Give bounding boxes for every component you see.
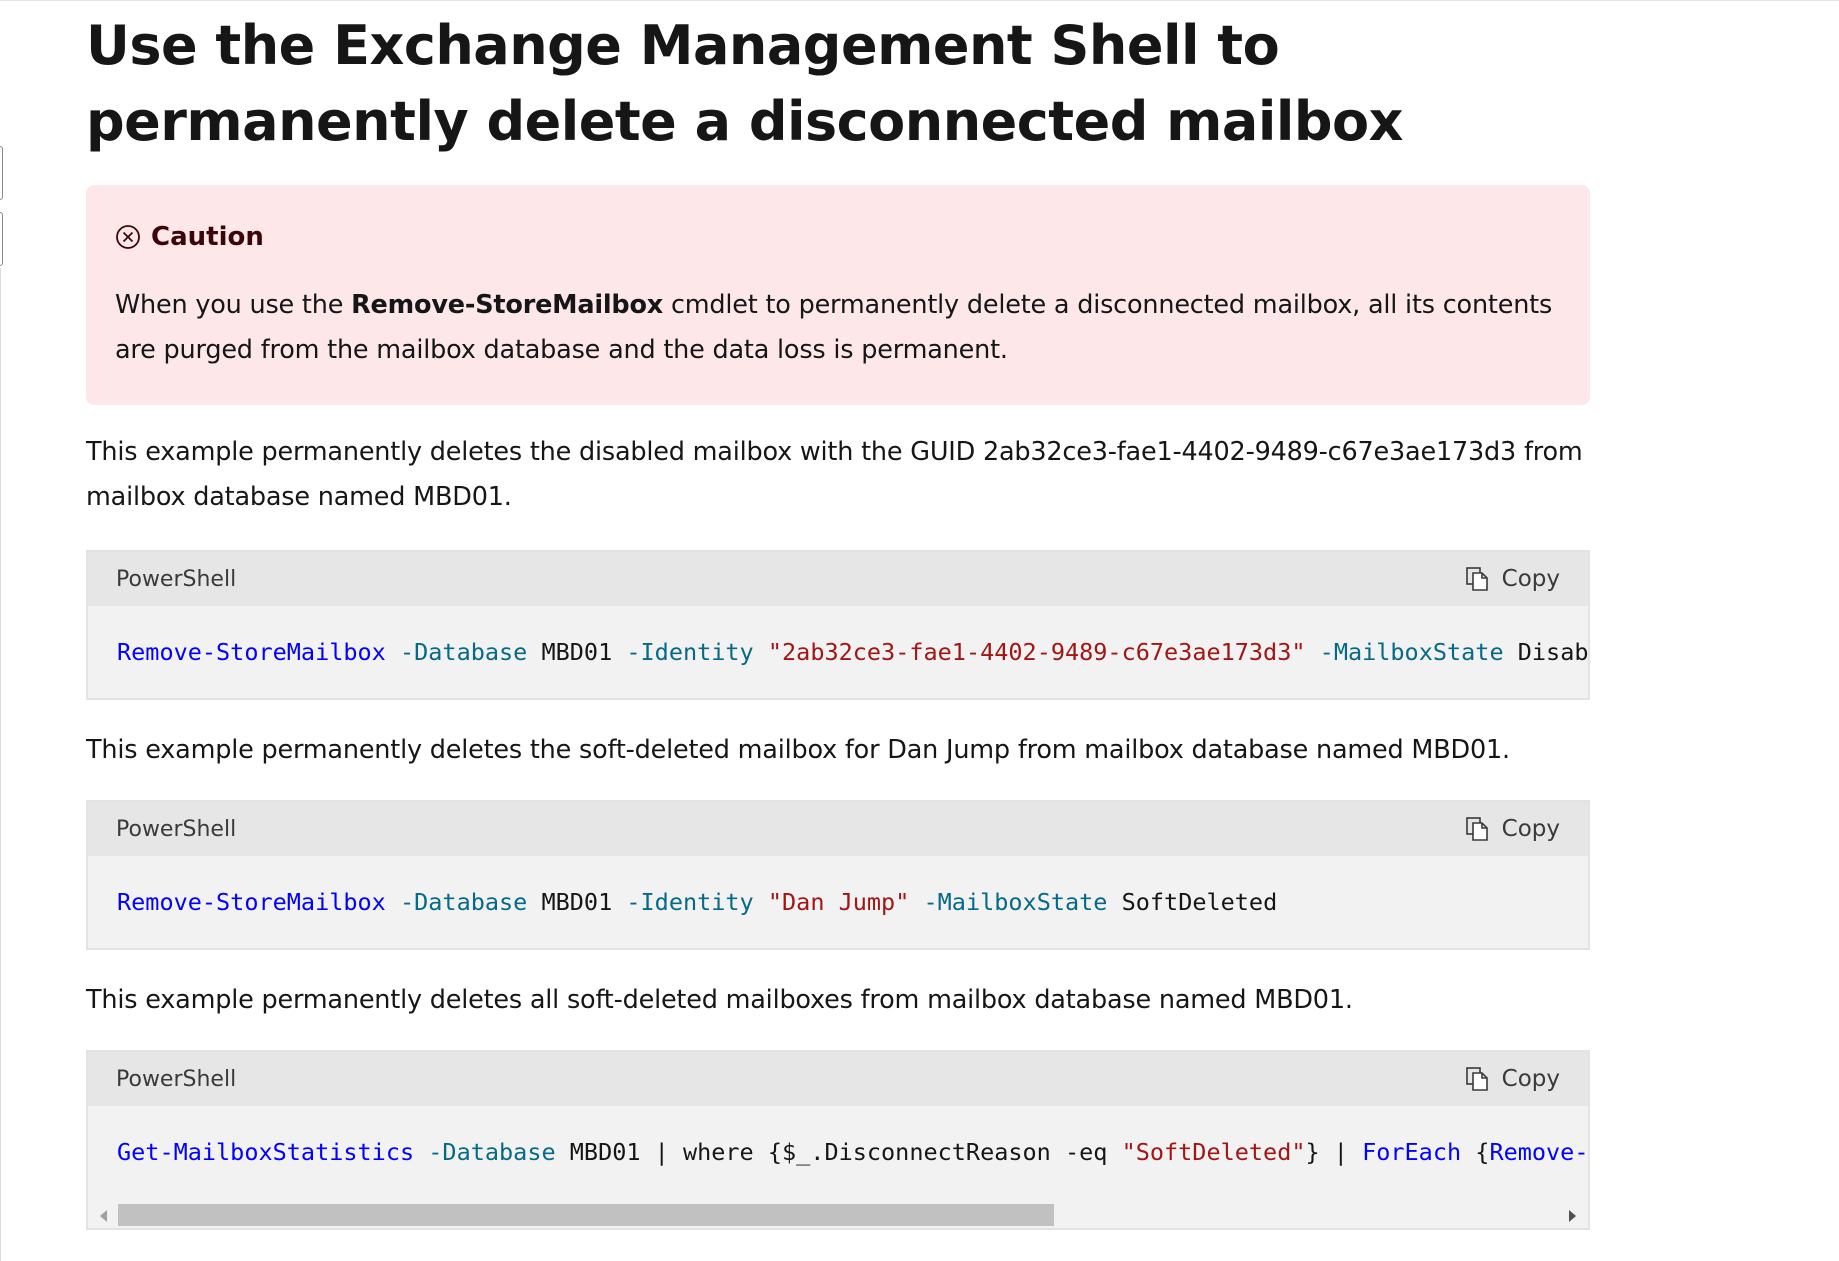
rail-handle-top[interactable] (0, 146, 3, 200)
code-parameter: -Identity (626, 888, 754, 916)
example-description: This example permanently deletes the sof… (86, 735, 1510, 765)
code-text: SoftDeleted (1107, 888, 1278, 916)
copy-icon (1465, 567, 1488, 591)
copy-button[interactable]: Copy (1465, 1066, 1560, 1092)
code-language: PowerShell (116, 1066, 237, 1092)
top-border (0, 0, 1839, 1)
code-string: "SoftDeleted" (1121, 1138, 1306, 1166)
copy-button[interactable]: Copy (1465, 816, 1560, 842)
rail-divider (0, 268, 1, 1261)
code-line: Remove-StoreMailbox -Database MBD01 -Ide… (88, 856, 1588, 948)
copy-icon (1465, 1067, 1488, 1091)
caution-cmdlet-name: Remove-StoreMailbox (351, 290, 664, 320)
code-text: MBD01 (527, 638, 627, 666)
example-description: This example permanently deletes the dis… (86, 437, 1583, 512)
scroll-left-arrow-icon[interactable] (100, 1210, 107, 1222)
copy-label: Copy (1501, 1066, 1560, 1092)
code-cmdlet: Remove-StoreMailbox (117, 638, 386, 666)
caution-body: When you use the Remove-StoreMailbox cmd… (115, 283, 1561, 373)
code-line: Remove-StoreMailbox -Database MBD01 -Ide… (88, 606, 1588, 698)
copy-label: Copy (1501, 566, 1560, 592)
code-parameter: -MailboxState (923, 888, 1108, 916)
code-text: MBD01 (527, 888, 627, 916)
code-string: "2ab32ce3-fae1-4402-9489-c67e3ae173d3" (767, 638, 1306, 666)
caution-title: Caution (151, 222, 264, 252)
copy-button[interactable]: Copy (1465, 566, 1560, 592)
copy-label: Copy (1501, 816, 1560, 842)
code-text: { (1461, 1138, 1490, 1166)
code-block: PowerShell Copy Remove-StoreMailbox -Dat… (86, 550, 1590, 700)
code-header: PowerShell Copy (88, 552, 1588, 606)
rail-handle-bottom[interactable] (0, 212, 3, 266)
code-cmdlet: Remove-StoreMailbox (1489, 1138, 1589, 1166)
code-text: Disabled (1517, 638, 1589, 666)
code-string: "Dan Jump" (767, 888, 910, 916)
caution-text-before: When you use the (115, 290, 352, 320)
code-text: MBD01 | where {$_.DisconnectReason -eq (555, 1138, 1122, 1166)
caution-alert: Caution When you use the Remove-StoreMai… (86, 185, 1590, 405)
copy-icon (1465, 817, 1488, 841)
horizontal-scrollbar[interactable] (88, 1204, 1588, 1228)
code-cmdlet: Remove-StoreMailbox (117, 888, 386, 916)
example-description: This example permanently deletes all sof… (86, 985, 1353, 1015)
circle-x-icon (116, 225, 140, 249)
code-block: PowerShell Copy Remove-StoreMailbox -Dat… (86, 800, 1590, 950)
code-parameter: -MailboxState (1319, 638, 1504, 666)
scrollbar-thumb[interactable] (118, 1204, 1054, 1226)
code-parameter: -Database (399, 638, 528, 666)
code-cmdlet: Get-MailboxStatistics (117, 1138, 415, 1166)
code-language: PowerShell (116, 566, 237, 592)
left-rail (0, 0, 3, 1261)
code-parameter: -Database (428, 1138, 556, 1166)
page-title: Use the Exchange Management Shell to per… (86, 14, 1403, 153)
code-parameter: -Identity (626, 638, 754, 666)
code-line: Get-MailboxStatistics -Database MBD01 | … (88, 1106, 1588, 1198)
code-header: PowerShell Copy (88, 802, 1588, 856)
code-header: PowerShell Copy (88, 1052, 1588, 1106)
code-parameter: -Database (399, 888, 528, 916)
caution-header: Caution (115, 219, 1561, 255)
code-text: } | (1305, 1138, 1363, 1166)
code-language: PowerShell (116, 816, 237, 842)
scroll-right-arrow-icon[interactable] (1569, 1210, 1576, 1222)
code-cmdlet: ForEach (1362, 1138, 1462, 1166)
code-block: PowerShell Copy Get-MailboxStatistics -D… (86, 1050, 1590, 1230)
